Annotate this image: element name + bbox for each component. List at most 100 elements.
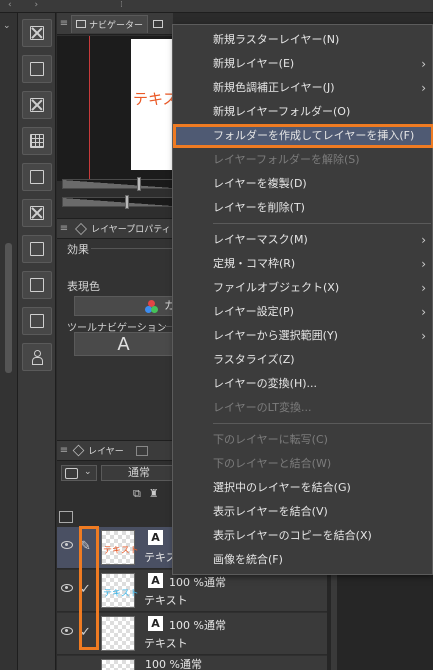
menu-item-convert-layer[interactable]: レイヤーの変換(H)...: [173, 372, 433, 396]
layer-toolbar: ⌄ 通常: [57, 463, 173, 485]
cube-icon: [30, 314, 44, 328]
text-layer-icon: A: [148, 616, 163, 631]
panel-grip-icon[interactable]: ⁞: [120, 0, 123, 10]
tab-navigator[interactable]: ナビゲーター: [71, 14, 149, 33]
layer-thumbnail: テキスト: [101, 530, 139, 565]
expression-color-dropdown[interactable]: [74, 296, 173, 316]
grid-icon: [30, 134, 44, 148]
menu-item-merge-with-lower[interactable]: 下のレイヤーと結合(W): [173, 452, 433, 476]
menu-item-label: フォルダーを作成してレイヤーを挿入(F): [213, 129, 415, 142]
eye-icon[interactable]: [61, 627, 73, 635]
save-icon: [30, 62, 44, 76]
menu-item-new-layer-folder[interactable]: 新規レイヤーフォルダー(O): [173, 100, 433, 124]
layer-opacity-mode: 100 %通常: [169, 619, 226, 632]
menu-item-new-raster-layer[interactable]: 新規ラスターレイヤー(N): [173, 28, 433, 52]
transform-button[interactable]: [22, 199, 52, 227]
menu-item-label: レイヤーから選択範囲(Y): [213, 329, 338, 342]
menu-item-merge-visible[interactable]: 表示レイヤーを結合(V): [173, 500, 433, 524]
text-tool-button[interactable]: A: [74, 332, 173, 356]
rotate-slider-thumb[interactable]: [125, 195, 129, 209]
menu-item-label: 新規レイヤー(E): [213, 57, 295, 70]
left-scrollbar[interactable]: [5, 243, 12, 373]
subview-icon: [153, 20, 164, 28]
layer-thumbnail: [101, 616, 135, 651]
layer-tool-button[interactable]: [22, 163, 52, 191]
navigator-panel: ≡ ナビゲーター テキス: [57, 13, 178, 218]
navigator-preview[interactable]: テキス: [57, 36, 178, 181]
navigator-icon: [76, 20, 86, 28]
layer-tool-icon: [30, 170, 44, 184]
clear-button[interactable]: [22, 19, 52, 47]
menu-item-merge-selected[interactable]: 選択中のレイヤーを結合(G): [173, 476, 433, 500]
layer-context-menu: 新規ラスターレイヤー(N) 新規レイヤー(E) › 新規色調補正レイヤー(J) › …: [172, 24, 433, 575]
chevron-right-icon: ›: [421, 233, 426, 247]
menu-item-label: 定規・コマ枠(R): [213, 257, 296, 270]
menu-item-label: 表示レイヤーのコピーを結合(X): [213, 529, 372, 542]
menu-item-merge-visible-copy[interactable]: 表示レイヤーのコピーを結合(X): [173, 524, 433, 548]
menu-item-layer-settings[interactable]: レイヤー設定(P) ›: [173, 300, 433, 324]
layer-icon: [72, 444, 85, 457]
layer-color-dropdown[interactable]: ⌄: [61, 465, 97, 481]
slider-track: [63, 180, 172, 188]
edit-button[interactable]: [22, 271, 52, 299]
menu-item-delete-layer[interactable]: レイヤーを削除(T): [173, 196, 433, 220]
chevron-right-icon: ›: [421, 281, 426, 295]
layer-row[interactable]: 100 %通常: [57, 656, 327, 670]
history-tab-icon[interactable]: [135, 445, 148, 456]
layer-opacity-mode: 100 %通常: [169, 576, 226, 589]
tab-layer[interactable]: レイヤー: [88, 444, 124, 457]
layer-lock-icons[interactable]: ⧉♜: [133, 487, 167, 501]
folder-button[interactable]: [22, 235, 52, 263]
menu-item-layer-mask[interactable]: レイヤーマスク(M) ›: [173, 228, 433, 252]
chevron-down-icon[interactable]: ⌄: [3, 21, 11, 31]
menu-item-label: レイヤーを削除(T): [213, 201, 305, 214]
menu-item-rasterize[interactable]: ラスタライズ(Z): [173, 348, 433, 372]
menu-item-lt-conversion[interactable]: レイヤーのLT変換...: [173, 396, 433, 420]
pose-button[interactable]: [22, 343, 52, 371]
menu-item-new-correction-layer[interactable]: 新規色調補正レイヤー(J) ›: [173, 76, 433, 100]
menu-item-label: レイヤーを複製(D): [213, 177, 307, 190]
zoom-slider[interactable]: [62, 177, 173, 191]
menu-item-new-layer[interactable]: 新規レイヤー(E) ›: [173, 52, 433, 76]
tab-layer-property[interactable]: レイヤープロパティ: [91, 222, 171, 235]
layer-name: テキスト: [144, 594, 188, 607]
menu-item-label: 新規ラスターレイヤー(N): [213, 33, 340, 46]
cube-button[interactable]: [22, 307, 52, 335]
chevron-down-icon: ⌄: [84, 467, 92, 477]
menu-separator: [213, 423, 431, 424]
layer-stack-icon[interactable]: [59, 511, 73, 523]
menu-item-ruler-frame[interactable]: 定規・コマ枠(R) ›: [173, 252, 433, 276]
menu-item-transfer-to-lower[interactable]: 下のレイヤーに転写(C): [173, 428, 433, 452]
panel-menu-icon[interactable]: ≡: [57, 445, 71, 456]
menu-item-ungroup-folder[interactable]: レイヤーフォルダーを解除(S): [173, 148, 433, 172]
panel-menu-icon[interactable]: ≡: [57, 18, 71, 29]
chevron-right-icon: ›: [421, 329, 426, 343]
blend-mode-select[interactable]: 通常: [101, 465, 173, 481]
panel-arrows[interactable]: ‹ ›: [8, 0, 48, 10]
layer-thumbnail: [101, 659, 135, 670]
grid-button[interactable]: [22, 127, 52, 155]
panel-menu-icon[interactable]: ≡: [57, 223, 71, 234]
menu-item-label: 表示レイヤーを結合(V): [213, 505, 328, 518]
menu-item-file-object[interactable]: ファイルオブジェクト(X) ›: [173, 276, 433, 300]
highlight-outline: [79, 526, 99, 650]
menu-item-flatten-image[interactable]: 画像を統合(F): [173, 548, 433, 572]
slider-track: [63, 198, 172, 206]
save-button[interactable]: [22, 55, 52, 83]
zoom-slider-thumb[interactable]: [137, 177, 141, 191]
menu-item-label: 選択中のレイヤーを結合(G): [213, 481, 351, 494]
delete-button[interactable]: [22, 91, 52, 119]
menu-item-duplicate-layer[interactable]: レイヤーを複製(D): [173, 172, 433, 196]
tab-subview[interactable]: [148, 15, 168, 33]
menu-item-selection-from-layer[interactable]: レイヤーから選択範囲(Y) ›: [173, 324, 433, 348]
rotate-slider[interactable]: [62, 195, 173, 209]
eye-icon[interactable]: [61, 584, 73, 592]
layer-name: テキスト: [144, 637, 188, 650]
menu-item-create-folder-insert-layer[interactable]: フォルダーを作成してレイヤーを挿入(F): [173, 124, 433, 148]
menu-item-label: レイヤーマスク(M): [213, 233, 308, 246]
clear-icon: [30, 26, 44, 40]
property-icon: [75, 222, 87, 235]
menu-separator: [213, 223, 431, 224]
layer-color-icon: [65, 468, 78, 479]
eye-icon[interactable]: [61, 541, 73, 549]
